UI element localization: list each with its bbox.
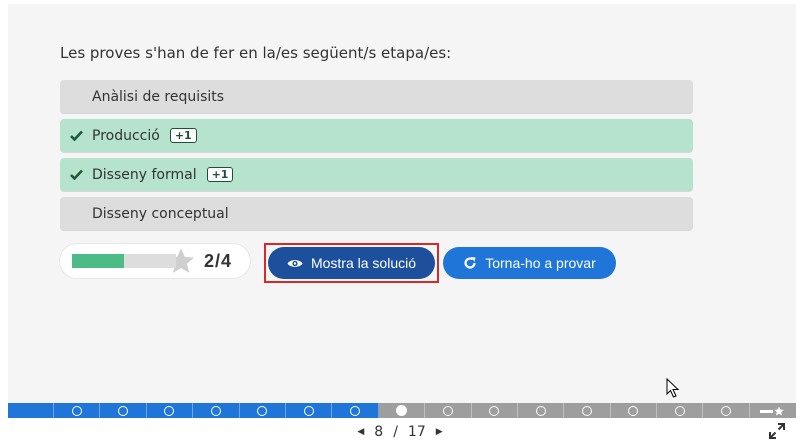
answer-option-label: Producció (92, 127, 160, 144)
answer-option-label: Disseny conceptual (92, 205, 229, 222)
highlight-box (264, 243, 439, 283)
progress-slide-dot-11[interactable] (472, 403, 518, 418)
score-bar-fill (72, 254, 124, 268)
progress-slide-dot-6[interactable] (240, 403, 286, 418)
retry-icon (463, 256, 477, 270)
slide-dot-icon (350, 405, 361, 416)
retry-label: Torna-ho a provar (485, 255, 596, 271)
answer-option-3[interactable]: Disseny formal +1 (60, 158, 693, 191)
check-icon (70, 169, 92, 180)
slide-dot-icon (303, 405, 314, 416)
progress-slide-dot-12[interactable] (518, 403, 565, 418)
score-indicator: 2/4 (60, 244, 250, 278)
slide-pager: ◀ 8 / 17 ▶ (0, 423, 800, 441)
slide-dot-icon (628, 405, 639, 416)
slide-dot-icon (674, 405, 685, 416)
progress-slide-dot-4[interactable] (147, 403, 194, 418)
answer-option-2[interactable]: Producció +1 (60, 119, 693, 152)
answer-option-label: Disseny formal (92, 166, 197, 183)
current-slide-number: 8 (374, 424, 384, 440)
score-badge: +1 (169, 128, 197, 143)
score-text: 2/4 (204, 250, 233, 271)
mouse-cursor-icon (666, 378, 680, 398)
slide-dot-icon (118, 405, 129, 416)
progress-slide-dot-16[interactable] (703, 403, 750, 418)
progress-slide-dot-8[interactable] (332, 403, 379, 418)
fullscreen-icon[interactable] (768, 422, 786, 440)
answer-option-4[interactable]: ✔ Disseny conceptual (60, 197, 693, 230)
summary-star-icon[interactable] (750, 403, 796, 418)
check-icon (70, 130, 92, 141)
answer-option-label: Anàlisi de requisits (92, 88, 225, 105)
retry-button[interactable]: Torna-ho a provar (443, 247, 616, 279)
slide-progress-bar[interactable] (8, 403, 796, 418)
slide-dot-icon (489, 405, 500, 416)
score-bar (72, 254, 176, 268)
answer-option-1[interactable]: ✔ Anàlisi de requisits (60, 80, 693, 113)
slide-dot-icon (721, 405, 732, 416)
progress-slide-dot-5[interactable] (193, 403, 240, 418)
pager-separator: / (393, 424, 398, 440)
slide-dot-icon (257, 405, 268, 416)
slide-dot-icon (395, 405, 407, 416)
slide-dot-icon (210, 405, 221, 416)
previous-slide-icon[interactable]: ◀ (357, 427, 364, 437)
progress-slide-dot-9[interactable] (379, 403, 426, 418)
slide-dot-icon (581, 405, 592, 416)
progress-segment-start (8, 403, 54, 418)
progress-slide-dot-2[interactable] (54, 403, 101, 418)
progress-slide-dot-13[interactable] (564, 403, 611, 418)
slide-dot-icon (71, 405, 82, 416)
next-slide-icon[interactable]: ▶ (436, 427, 443, 437)
progress-slide-dot-7[interactable] (286, 403, 333, 418)
progress-slide-dot-3[interactable] (100, 403, 147, 418)
total-slides-number: 17 (407, 424, 426, 440)
question-text: Les proves s'han de fer en la/es següent… (60, 44, 452, 62)
progress-slide-dot-14[interactable] (611, 403, 658, 418)
score-badge: +1 (206, 167, 234, 182)
answer-options: ✔ Anàlisi de requisits Producció +1 Diss… (60, 80, 693, 236)
progress-slide-dot-10[interactable] (425, 403, 472, 418)
slide-dot-icon (535, 405, 546, 416)
slide-dot-icon (442, 405, 453, 416)
progress-slide-dot-15[interactable] (657, 403, 704, 418)
slide-dot-icon (164, 405, 175, 416)
